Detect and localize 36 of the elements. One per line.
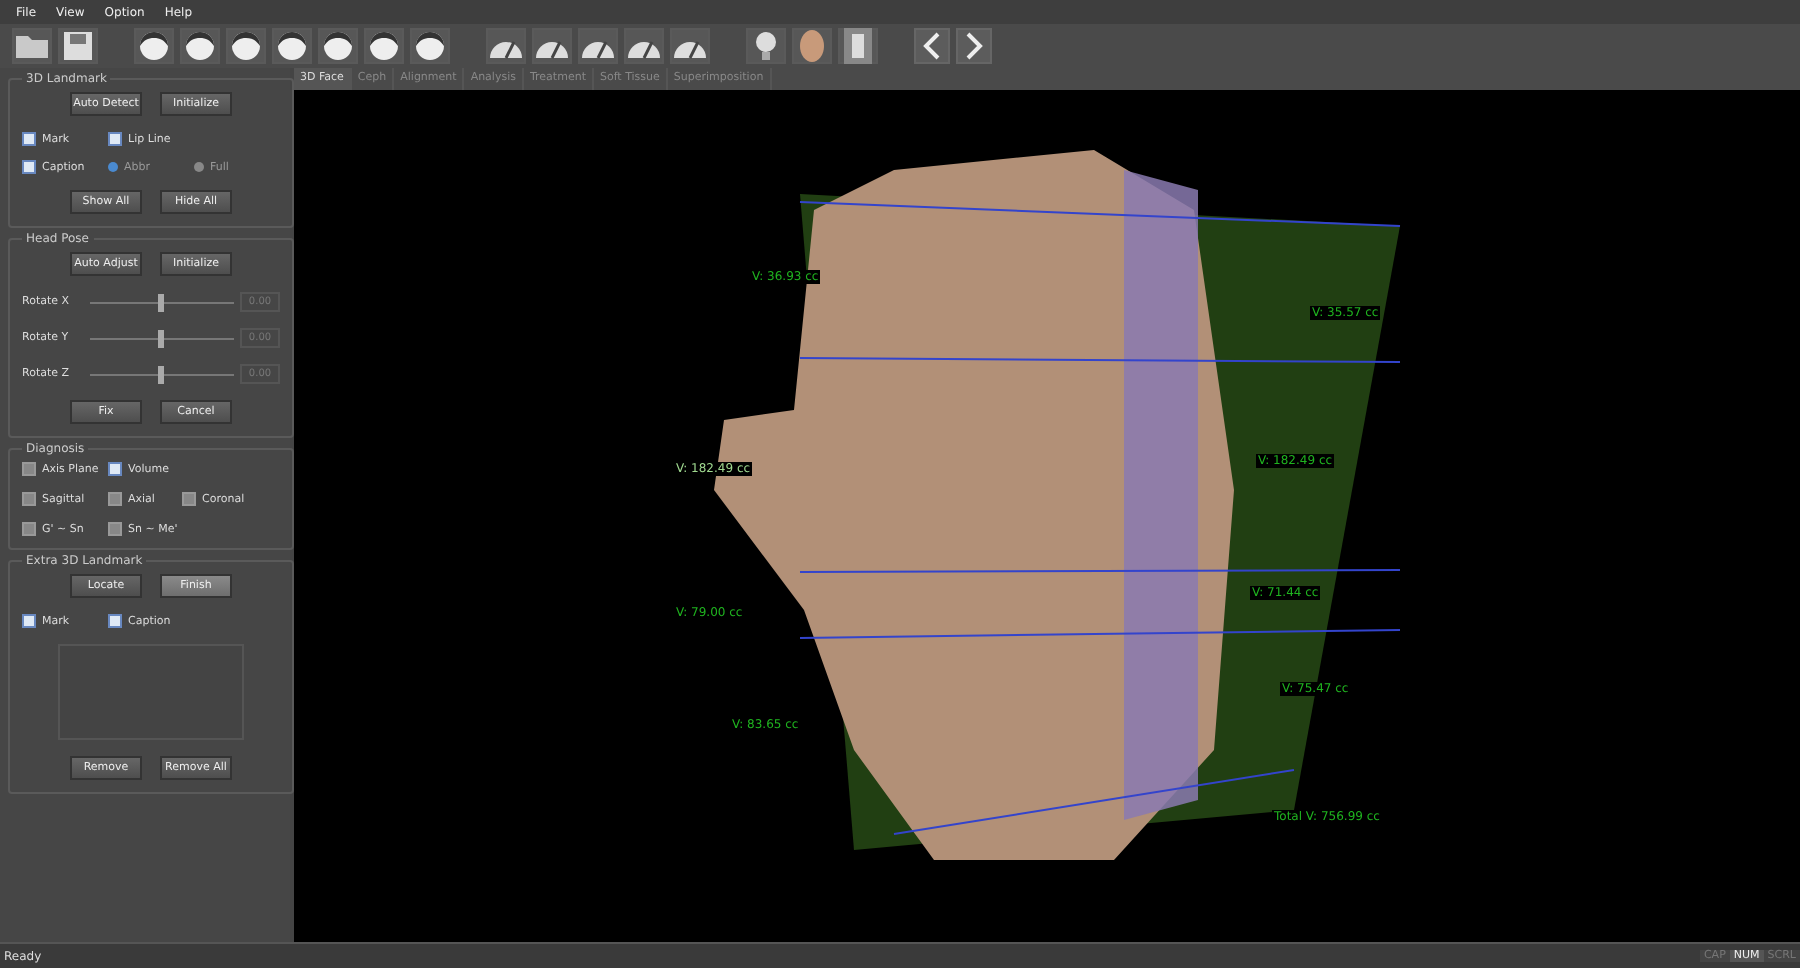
head-icon[interactable] — [226, 28, 266, 64]
checkbox[interactable] — [108, 462, 122, 476]
checkbox[interactable] — [108, 522, 122, 536]
checkbox[interactable] — [22, 462, 36, 476]
gauge-icon[interactable] — [670, 28, 710, 64]
checkbox[interactable] — [22, 132, 36, 146]
checkbox[interactable] — [22, 160, 36, 174]
slider-handle[interactable] — [158, 329, 164, 347]
head-icon[interactable] — [410, 28, 450, 64]
folder-icon[interactable] — [12, 28, 52, 64]
head-icon[interactable] — [272, 28, 312, 64]
radio-button[interactable] — [194, 162, 204, 172]
checkbox[interactable] — [22, 522, 36, 536]
gauge-icon[interactable] — [486, 28, 526, 64]
checkbox[interactable] — [108, 492, 122, 506]
slider-handle[interactable] — [158, 293, 164, 311]
head-icon[interactable] — [318, 28, 358, 64]
checkbox[interactable] — [108, 614, 122, 628]
head-icon[interactable] — [134, 28, 174, 64]
checkbox[interactable] — [108, 132, 122, 146]
head-icon[interactable] — [364, 28, 404, 64]
checkbox[interactable] — [22, 492, 36, 506]
bulb-icon[interactable] — [746, 28, 786, 64]
checkbox[interactable] — [182, 492, 196, 506]
checkbox[interactable] — [22, 614, 36, 628]
gauge-icon[interactable] — [532, 28, 572, 64]
face-icon[interactable] — [792, 28, 832, 64]
forward-button[interactable] — [956, 28, 992, 64]
gauge-icon[interactable] — [578, 28, 618, 64]
gauge-icon[interactable] — [624, 28, 664, 64]
image-icon[interactable] — [838, 28, 878, 64]
slider-handle[interactable] — [158, 365, 164, 383]
save-icon[interactable] — [58, 28, 98, 64]
back-button[interactable] — [914, 28, 950, 64]
head-icon[interactable] — [180, 28, 220, 64]
radio-button[interactable] — [108, 162, 118, 172]
